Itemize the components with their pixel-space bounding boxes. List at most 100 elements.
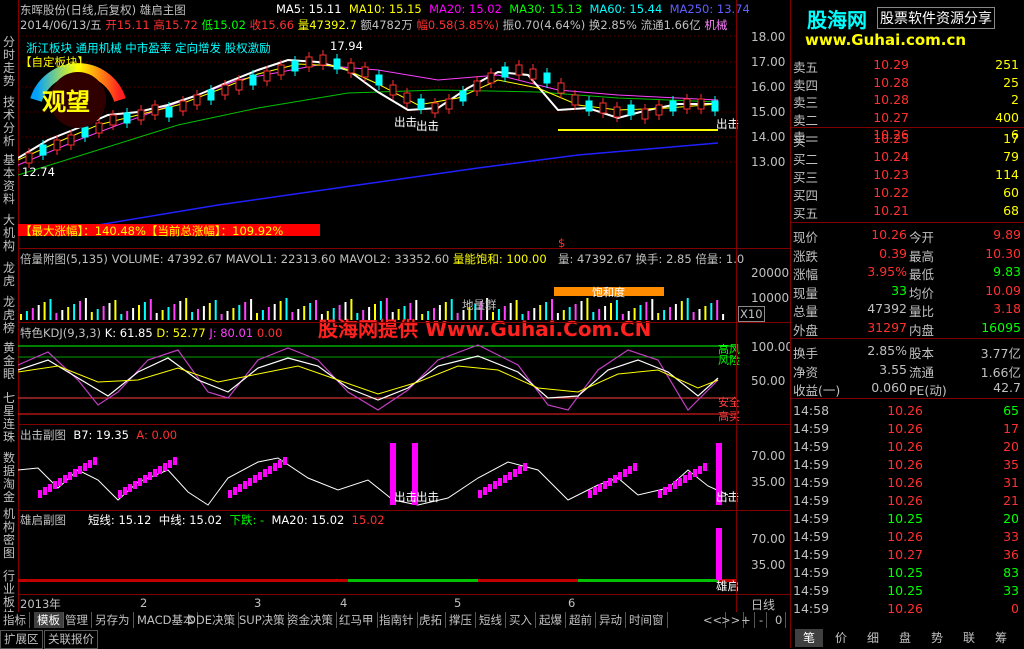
y-vol-0: 20000 (751, 266, 790, 280)
stat-value: 10.26 (871, 227, 907, 242)
tick-row-5[interactable]: 14:59 10.26 21 (791, 492, 1024, 509)
bottom-tab-8[interactable]: 红马甲 (336, 612, 378, 628)
buy-row-4[interactable]: 买五 10.21 68 (791, 202, 1024, 221)
buy-row-2[interactable]: 买三 10.23 114 (791, 166, 1024, 185)
tick-row-11[interactable]: 14:59 10.26 0 (791, 600, 1024, 617)
left-tab-7[interactable]: 七星连珠 (1, 392, 17, 444)
tick-time: 14:59 (793, 547, 830, 562)
buy-row-0[interactable]: 买一 10.25 17 (791, 130, 1024, 149)
stat-row-0[interactable]: 现价 10.26 今开 9.89 (791, 226, 1024, 245)
tick-row-1[interactable]: 14:59 10.26 17 (791, 420, 1024, 437)
launch-mid: 中线: 15.02 (158, 513, 223, 527)
tick-row-8[interactable]: 14:59 10.27 36 (791, 546, 1024, 563)
stat-label: 外盘 (793, 322, 819, 338)
tick-time: 14:59 (793, 529, 830, 544)
period-label[interactable]: 日线 (751, 596, 775, 613)
bottom-tab-17[interactable]: 时间窗 (626, 612, 668, 628)
tick-row-10[interactable]: 14:59 10.25 33 (791, 582, 1024, 599)
sell-row-1[interactable]: 卖四 10.28 25 (791, 74, 1024, 93)
stat-value: 31297 (867, 319, 907, 335)
sell-row-3[interactable]: 卖二 10.27 400 (791, 109, 1024, 128)
tick-row-6[interactable]: 14:59 10.25 20 (791, 510, 1024, 527)
bottom-tab-16[interactable]: 异动 (596, 612, 626, 628)
tick-row-7[interactable]: 14:59 10.26 33 (791, 528, 1024, 545)
stat2-row-0[interactable]: 换手 2.85% 股本 3.77亿 (791, 342, 1024, 361)
bottom-tab-6[interactable]: SUP决策 (236, 612, 289, 628)
kdj-title-name: 特色KDJ(9,3,3) (20, 326, 102, 340)
left-tab-1[interactable]: 技术分析 (1, 96, 17, 152)
sep-1 (18, 248, 790, 249)
logo-url: www.Guhai.com.cn (805, 31, 967, 49)
tab-expand-area[interactable]: 扩展区 (0, 630, 43, 649)
tick-time: 14:59 (793, 601, 830, 616)
left-tab-0[interactable]: 分时走势 (1, 36, 17, 96)
bottom-tab-12[interactable]: 短线 (476, 612, 506, 628)
left-tab-5[interactable]: 龙虎榜 (1, 296, 17, 336)
sell-row-0[interactable]: 卖五 10.29 251 (791, 56, 1024, 75)
bottom-tab-3[interactable]: 另存为 (92, 612, 134, 628)
left-tab-9[interactable]: 机构密图 (1, 508, 17, 564)
kdj-title: 特色KDJ(9,3,3) K: 61.85 D: 52.77 J: 80.01 … (20, 325, 282, 341)
tick-price: 10.25 (887, 583, 923, 598)
stat2-label-2: 股本 (909, 346, 935, 361)
info-amp: 振0.70(4.64%) (502, 18, 586, 32)
left-tab-4[interactable]: 龙虎 (1, 262, 17, 292)
price-max-label: 17.94 (330, 39, 363, 53)
launch-short: 短线: 15.12 (87, 513, 152, 527)
ma60-label: MA60: 15.44 (589, 2, 663, 16)
tab-related-quotes[interactable]: 关联报价 (44, 630, 98, 649)
bottom-tab-1[interactable]: 模板 (34, 612, 64, 628)
stat2-row-2[interactable]: 收益(一) 0.060 PE(动) 42.7 (791, 379, 1024, 398)
left-tab-10[interactable]: 行业板块 (1, 570, 17, 622)
stat-row-4[interactable]: 总量 47392 量比 3.18 (791, 300, 1024, 319)
sep-5 (18, 594, 790, 595)
tick-row-4[interactable]: 14:59 10.26 31 (791, 474, 1024, 491)
bottom-tab-7[interactable]: 资金决策 (284, 612, 337, 628)
y-main-0: 18.00 (751, 30, 786, 44)
right-tab-4[interactable]: 势 (923, 629, 951, 647)
right-tab-5[interactable]: 联 (955, 629, 983, 647)
stat2-label-2: 流通 (909, 364, 935, 380)
stat-row-1[interactable]: 涨跌 0.39 最高 10.30 (791, 245, 1024, 264)
bottom-tab-14[interactable]: 起爆 (536, 612, 566, 628)
left-tab-8[interactable]: 数据淘金 (1, 452, 17, 504)
left-tab-6[interactable]: 黄金眼 (1, 342, 17, 388)
zoom-in[interactable]: + (738, 612, 755, 628)
right-tab-3[interactable]: 盘 (891, 629, 919, 647)
stat-row-2[interactable]: 涨幅 3.95% 最低 9.83 (791, 263, 1024, 282)
tick-vol: 83 (1003, 565, 1019, 580)
tick-vol: 35 (1003, 457, 1019, 472)
info-vol: 量47392.7 (297, 18, 357, 32)
bottom-tab-5[interactable]: DDE决策 (184, 612, 239, 628)
right-tab-1[interactable]: 价 (827, 629, 855, 647)
left-tab-3[interactable]: 大机构 (1, 214, 17, 258)
tick-row-0[interactable]: 14:58 10.26 65 (791, 402, 1024, 419)
tick-row-2[interactable]: 14:59 10.26 20 (791, 438, 1024, 455)
zoom-reset[interactable]: 0 (772, 612, 787, 628)
right-tab-2[interactable]: 细 (859, 629, 887, 647)
stat-row-3[interactable]: 现量 33 均价 10.09 (791, 282, 1024, 301)
buy-row-1[interactable]: 买二 10.24 79 (791, 148, 1024, 167)
stat-row-5[interactable]: 外盘 31297 内盘 16095 (791, 319, 1024, 338)
tick-vol: 20 (1003, 439, 1019, 454)
sell-row-2[interactable]: 卖三 10.28 2 (791, 91, 1024, 110)
custom-block[interactable]: 【自定板块】 (20, 54, 89, 70)
tick-row-3[interactable]: 14:59 10.26 35 (791, 456, 1024, 473)
bottom-tab-11[interactable]: 撑压 (446, 612, 476, 628)
kdj-d-line (18, 365, 719, 395)
chart-area[interactable]: 东晖股份(日线,后复权) 雄启主图 MA5: 15.11 MA10: 15.15… (18, 0, 765, 612)
bottom-tab-10[interactable]: 虎拓 (416, 612, 446, 628)
stat2-row-1[interactable]: 净资 3.55 流通 1.66亿 (791, 361, 1024, 380)
left-tab-2[interactable]: 基本资料 (1, 154, 17, 210)
right-tab-6[interactable]: 筹 (987, 629, 1015, 647)
stat-value-2: 9.83 (993, 264, 1021, 279)
bottom-tab-2[interactable]: 管理 (62, 612, 92, 628)
bottom-tab-9[interactable]: 指南针 (376, 612, 418, 628)
right-tab-0[interactable]: 笔 (795, 629, 823, 647)
bottom-tab-0[interactable]: 指标 (0, 612, 30, 628)
bottom-tab-13[interactable]: 买入 (506, 612, 536, 628)
tick-row-9[interactable]: 14:59 10.25 83 (791, 564, 1024, 581)
zoom-out[interactable]: - (756, 612, 768, 628)
buy-row-3[interactable]: 买四 10.22 60 (791, 184, 1024, 203)
bottom-tab-15[interactable]: 超前 (566, 612, 596, 628)
